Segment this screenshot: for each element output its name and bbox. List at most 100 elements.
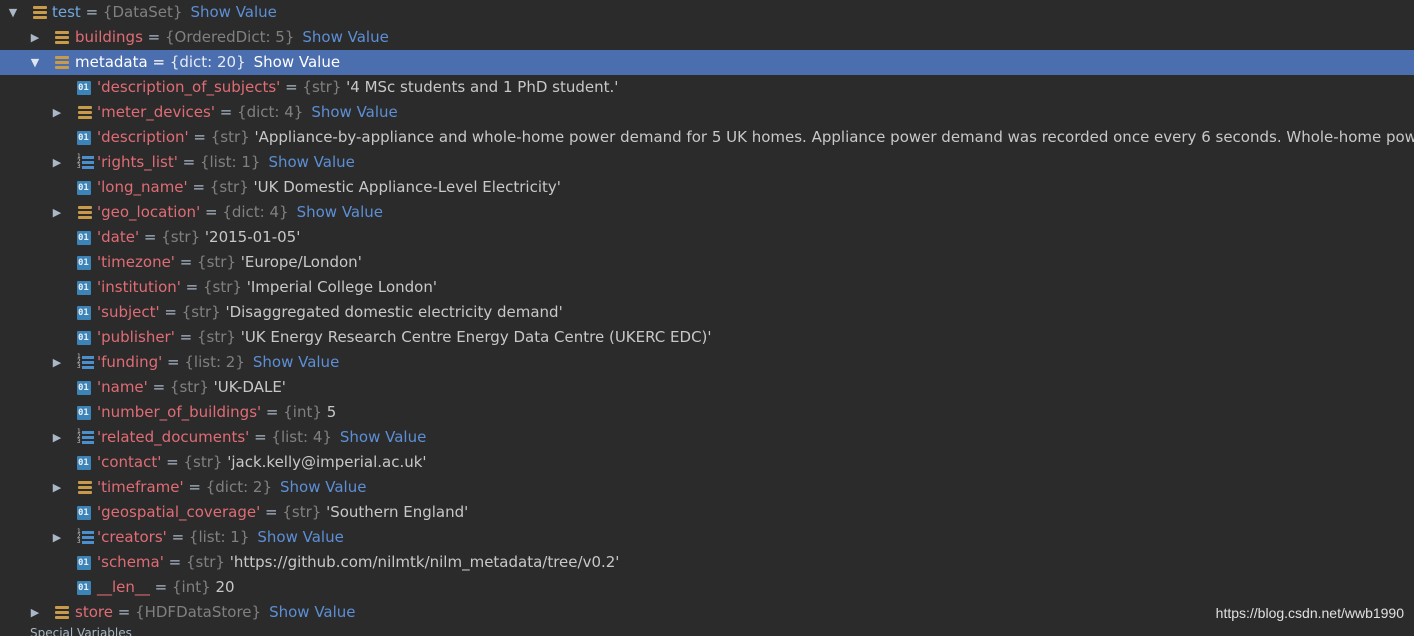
tree-row[interactable]: ▶'timezone' = {str} 'Europe/London' — [0, 250, 1414, 275]
variable-type: {dict: 4} — [237, 103, 303, 121]
variable-name: 'related_documents' — [97, 428, 249, 446]
tree-row[interactable]: ▶store = {HDFDataStore}Show Value — [0, 600, 1414, 625]
list-icon: 123 — [77, 530, 95, 545]
variable-name: 'geo_location' — [97, 203, 200, 221]
tree-row[interactable]: ▶'long_name' = {str} 'UK Domestic Applia… — [0, 175, 1414, 200]
tree-row[interactable]: ▶'geo_location' = {dict: 4}Show Value — [0, 200, 1414, 225]
show-value-link[interactable]: Show Value — [311, 103, 397, 121]
variable-name: metadata — [75, 53, 148, 71]
collapsed-arrow-icon[interactable]: ▶ — [50, 200, 64, 225]
dict-icon — [54, 30, 70, 45]
variable-value: 5 — [327, 403, 337, 421]
show-value-link[interactable]: Show Value — [302, 28, 388, 46]
tree-row[interactable]: ▶'schema' = {str} 'https://github.com/ni… — [0, 550, 1414, 575]
equals-sign: = — [139, 228, 161, 246]
tree-row[interactable]: ▶'subject' = {str} 'Disaggregated domest… — [0, 300, 1414, 325]
tree-row[interactable]: ▶'institution' = {str} 'Imperial College… — [0, 275, 1414, 300]
equals-sign: = — [164, 553, 186, 571]
collapsed-arrow-icon[interactable]: ▶ — [50, 475, 64, 500]
str-icon — [77, 281, 91, 295]
show-value-link[interactable]: Show Value — [268, 153, 354, 171]
variable-name: 'geospatial_coverage' — [97, 503, 260, 521]
tree-row[interactable]: ▶'number_of_buildings' = {int} 5 — [0, 400, 1414, 425]
equals-sign: = — [167, 528, 189, 546]
tree-row[interactable]: ▶123'creators' = {list: 1}Show Value — [0, 525, 1414, 550]
tree-row[interactable]: ▼metadata = {dict: 20}Show Value — [0, 50, 1414, 75]
variables-tree[interactable]: ▼test = {DataSet}Show Value▶buildings = … — [0, 0, 1414, 633]
equals-sign: = — [162, 353, 184, 371]
equals-sign: = — [189, 128, 211, 146]
variable-type: {int} — [172, 578, 211, 596]
variable-name: 'institution' — [97, 278, 181, 296]
show-value-link[interactable]: Show Value — [297, 203, 383, 221]
tree-row[interactable]: ▶123'funding' = {list: 2}Show Value — [0, 350, 1414, 375]
str-icon — [77, 231, 91, 245]
tree-row[interactable]: ▶123'rights_list' = {list: 1}Show Value — [0, 150, 1414, 175]
tree-row[interactable]: ▶'description' = {str} 'Appliance-by-app… — [0, 125, 1414, 150]
tree-row[interactable]: ▶'name' = {str} 'UK-DALE' — [0, 375, 1414, 400]
variable-name: 'meter_devices' — [97, 103, 215, 121]
variable-type: {str} — [170, 378, 209, 396]
variable-name: 'description_of_subjects' — [97, 78, 280, 96]
tree-row[interactable]: ▶'timeframe' = {dict: 2}Show Value — [0, 475, 1414, 500]
tree-row[interactable]: ▶'contact' = {str} 'jack.kelly@imperial.… — [0, 450, 1414, 475]
str-icon — [77, 81, 91, 95]
equals-sign: = — [260, 503, 282, 521]
dict-icon — [32, 5, 48, 20]
variable-name: buildings — [75, 28, 143, 46]
str-icon — [77, 331, 91, 345]
variable-type: {str} — [282, 503, 321, 521]
equals-sign: = — [175, 253, 197, 271]
equals-sign: = — [175, 328, 197, 346]
variable-type: {int} — [283, 403, 322, 421]
variable-value: 'Southern England' — [326, 503, 468, 521]
collapsed-arrow-icon[interactable]: ▶ — [50, 350, 64, 375]
tree-row[interactable]: ▶'publisher' = {str} 'UK Energy Research… — [0, 325, 1414, 350]
expanded-arrow-icon[interactable]: ▼ — [28, 50, 42, 75]
variable-name: 'contact' — [97, 453, 161, 471]
str-icon — [77, 131, 91, 145]
collapsed-arrow-icon[interactable]: ▶ — [28, 600, 42, 625]
str-icon — [77, 506, 91, 520]
tree-row[interactable]: ▶'geospatial_coverage' = {str} 'Southern… — [0, 500, 1414, 525]
variable-type: {str} — [161, 228, 200, 246]
variable-name: 'date' — [97, 228, 139, 246]
collapsed-arrow-icon[interactable]: ▶ — [50, 425, 64, 450]
tree-row[interactable]: ▶buildings = {OrderedDict: 5}Show Value — [0, 25, 1414, 50]
show-value-link[interactable]: Show Value — [340, 428, 426, 446]
variable-type: {list: 4} — [271, 428, 331, 446]
equals-sign: = — [148, 378, 170, 396]
list-icon: 123 — [77, 355, 95, 370]
collapsed-arrow-icon[interactable]: ▶ — [50, 525, 64, 550]
equals-sign: = — [181, 278, 203, 296]
equals-sign: = — [150, 578, 172, 596]
collapsed-arrow-icon[interactable]: ▶ — [50, 150, 64, 175]
variable-name: store — [75, 603, 113, 621]
tree-row[interactable]: ▶123'related_documents' = {list: 4}Show … — [0, 425, 1414, 450]
tree-row[interactable]: ▼test = {DataSet}Show Value — [0, 0, 1414, 25]
str-icon — [77, 406, 91, 420]
variable-value: 'UK Energy Research Centre Energy Data C… — [241, 328, 712, 346]
show-value-link[interactable]: Show Value — [254, 53, 340, 71]
tree-row[interactable]: ▶'meter_devices' = {dict: 4}Show Value — [0, 100, 1414, 125]
str-icon — [77, 581, 91, 595]
variable-value: 'Europe/London' — [241, 253, 362, 271]
equals-sign: = — [184, 478, 206, 496]
collapsed-arrow-icon[interactable]: ▶ — [50, 100, 64, 125]
show-value-link[interactable]: Show Value — [190, 3, 276, 21]
variable-name: test — [52, 3, 81, 21]
tree-row[interactable]: ▶__len__ = {int} 20 — [0, 575, 1414, 600]
show-value-link[interactable]: Show Value — [280, 478, 366, 496]
expanded-arrow-icon[interactable]: ▼ — [6, 0, 20, 25]
show-value-link[interactable]: Show Value — [269, 603, 355, 621]
tree-row[interactable]: ▶'date' = {str} '2015-01-05' — [0, 225, 1414, 250]
equals-sign: = — [200, 203, 222, 221]
show-value-link[interactable]: Show Value — [253, 353, 339, 371]
tree-row[interactable]: ▶'description_of_subjects' = {str} '4 MS… — [0, 75, 1414, 100]
collapsed-arrow-icon[interactable]: ▶ — [28, 25, 42, 50]
variable-type: {list: 1} — [200, 153, 260, 171]
show-value-link[interactable]: Show Value — [257, 528, 343, 546]
variable-type: {DataSet} — [103, 3, 183, 21]
variable-name: __len__ — [97, 578, 150, 596]
variable-type: {str} — [210, 178, 249, 196]
